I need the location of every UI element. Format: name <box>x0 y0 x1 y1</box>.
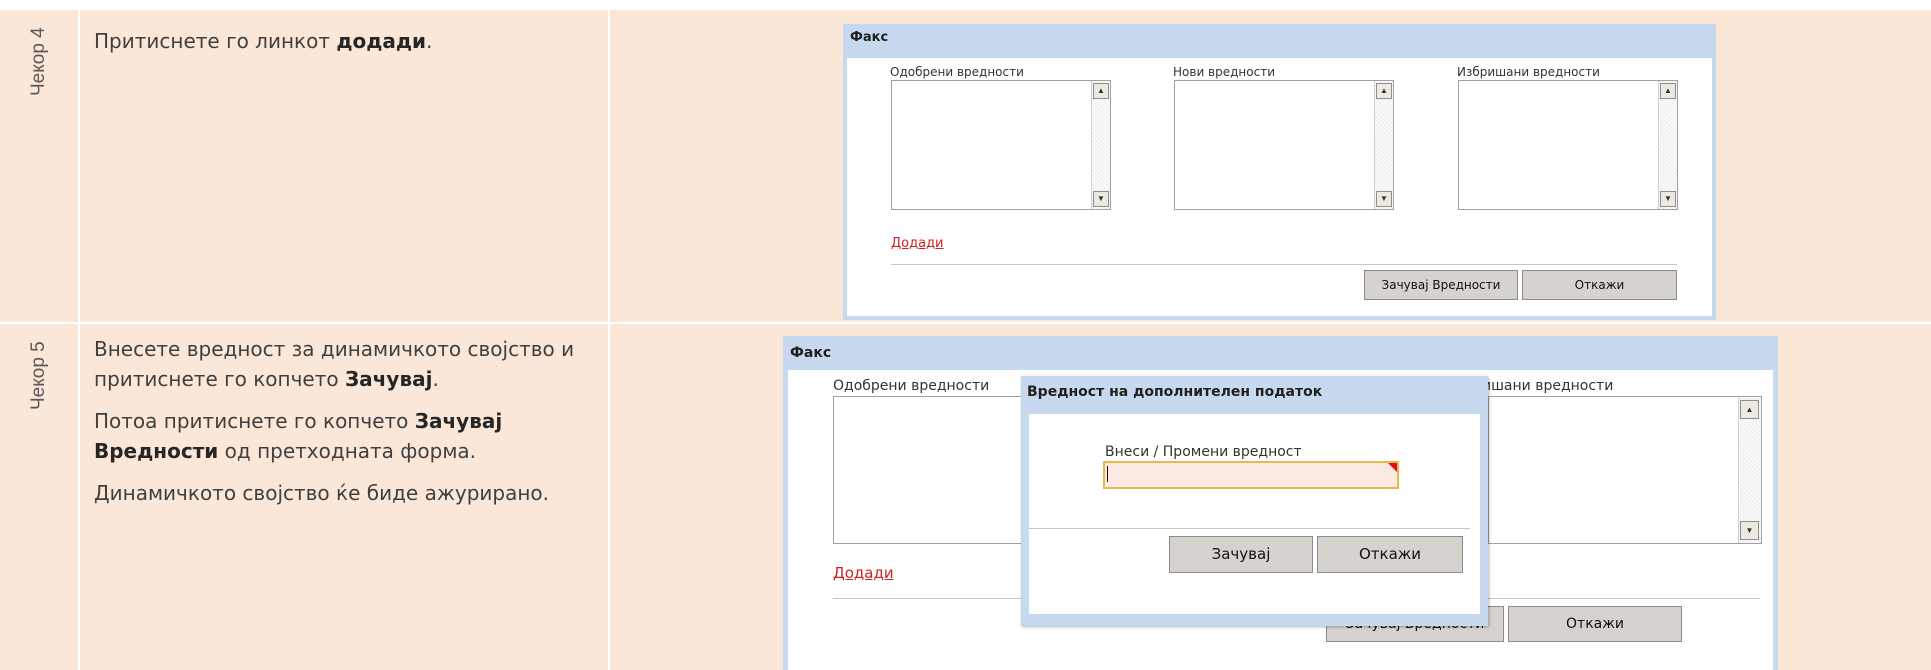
scroll-down-icon[interactable]: ▼ <box>1660 191 1676 207</box>
scroll-up-icon[interactable]: ▲ <box>1376 83 1392 99</box>
approved-values-label: Одобрени вредности <box>890 65 1024 79</box>
text-caret <box>1107 466 1108 482</box>
scrollbar[interactable]: ▲ ▼ <box>1658 81 1677 209</box>
instruction-paragraph: Притиснете го линкот додади. <box>94 29 433 53</box>
value-modal: Вредност на дополнителен податок Внеси /… <box>1021 376 1488 626</box>
add-link[interactable]: Додади <box>891 236 944 251</box>
new-values-label: Нови вредности <box>1173 65 1275 79</box>
window-body: Одобрени вредности Нови вредности Избриш… <box>847 58 1712 316</box>
instruction-paragraph: Внесете вредност за динамичкото својство… <box>94 337 575 391</box>
instruction-paragraph: Динамичкото својство ќе биде ажурирано. <box>94 481 550 505</box>
save-button[interactable]: Зачувај <box>1169 536 1313 573</box>
scroll-down-icon[interactable]: ▼ <box>1740 521 1759 540</box>
fax-window: Факс Одобрени вредности Нови вредности И… <box>843 24 1716 320</box>
scrollbar[interactable]: ▲ ▼ <box>1374 81 1393 209</box>
step-label: Чекор 4 <box>28 27 49 96</box>
new-values-listbox[interactable]: ▲ ▼ <box>1174 80 1394 210</box>
step-screenshot: Факс Одобрени вредности Нови вредности И… <box>610 10 1931 322</box>
modal-title: Вредност на дополнителен податок <box>1027 384 1323 400</box>
approved-values-listbox[interactable]: ▲ ▼ <box>891 80 1111 210</box>
fax-window: Факс Одобрени вредности ишани вредности … <box>783 336 1778 670</box>
cancel-button[interactable]: Откажи <box>1317 536 1463 573</box>
value-input[interactable] <box>1103 461 1399 489</box>
scroll-down-icon[interactable]: ▼ <box>1376 191 1392 207</box>
scroll-up-icon[interactable]: ▲ <box>1740 400 1759 419</box>
window-title: Факс <box>790 345 832 361</box>
modal-body: Внеси / Промени вредност Зачувај Откажи <box>1029 414 1480 614</box>
deleted-values-label: Избришани вредности <box>1457 65 1600 79</box>
scroll-up-icon[interactable]: ▲ <box>1093 83 1109 99</box>
approved-values-label: Одобрени вредности <box>833 378 990 394</box>
steps-table: Чекор 4 Притиснете го линкот додади. Фак… <box>0 10 1931 670</box>
step-label-cell: Чекор 5 <box>0 324 78 670</box>
deleted-values-listbox[interactable]: ▲ ▼ <box>1488 396 1762 544</box>
step-instructions: Внесете вредност за динамичкото својство… <box>80 324 608 670</box>
scrollbar[interactable]: ▲ ▼ <box>1738 397 1761 543</box>
required-marker-icon <box>1388 463 1397 472</box>
instruction-paragraph: Потоа притиснете го копчето Зачувај Вред… <box>94 409 503 463</box>
deleted-values-listbox[interactable]: ▲ ▼ <box>1458 80 1678 210</box>
scrollbar[interactable]: ▲ ▼ <box>1091 81 1110 209</box>
step-label-cell: Чекор 4 <box>0 10 78 322</box>
step-screenshot: Факс Одобрени вредности ишани вредности … <box>610 324 1931 670</box>
step-label: Чекор 5 <box>28 341 49 410</box>
cancel-button[interactable]: Откажи <box>1508 606 1682 642</box>
step-row-4: Чекор 4 Притиснете го линкот додади. Фак… <box>0 10 1931 322</box>
scroll-up-icon[interactable]: ▲ <box>1660 83 1676 99</box>
step-instructions: Притиснете го линкот додади. <box>80 10 608 322</box>
deleted-values-label: ишани вредности <box>1482 378 1614 394</box>
divider <box>891 264 1677 265</box>
save-values-button[interactable]: Зачувај Вредности <box>1364 270 1518 300</box>
cancel-button[interactable]: Откажи <box>1522 270 1677 300</box>
scroll-down-icon[interactable]: ▼ <box>1093 191 1109 207</box>
step-row-5: Чекор 5 Внесете вредност за динамичкото … <box>0 324 1931 670</box>
add-link[interactable]: Додади <box>833 564 894 582</box>
divider <box>1029 528 1470 529</box>
value-field-label: Внеси / Промени вредност <box>1105 444 1302 460</box>
window-title: Факс <box>850 30 889 45</box>
